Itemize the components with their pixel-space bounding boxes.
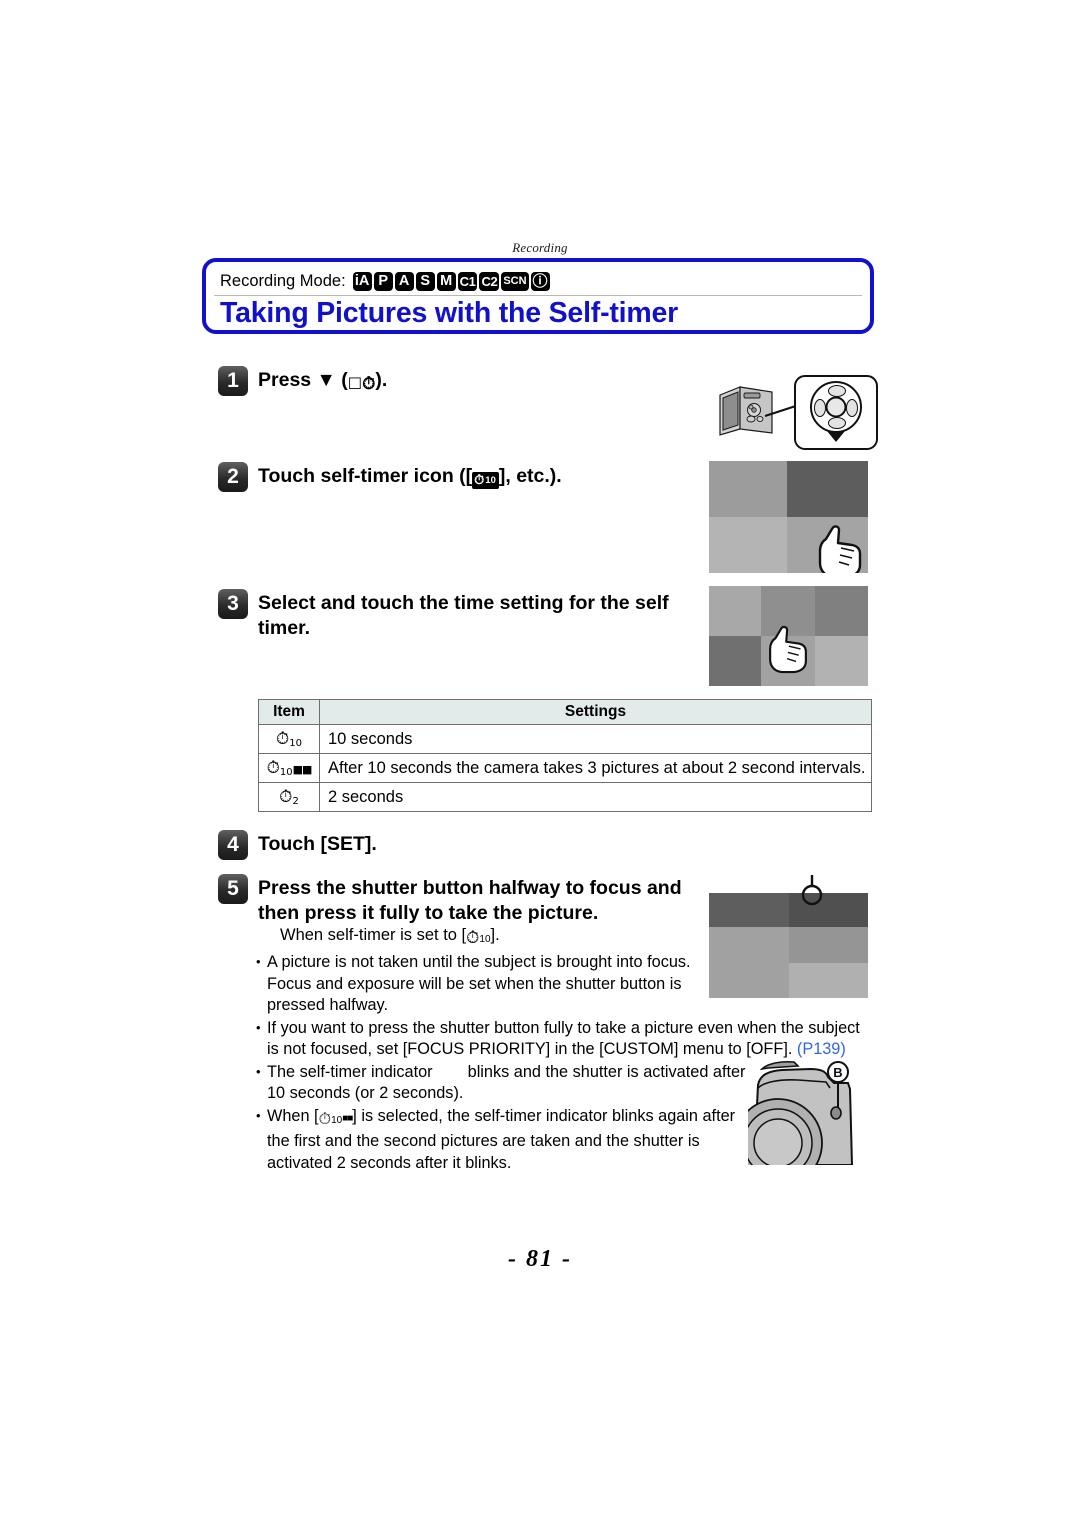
lcd-screenshot-step5 <box>709 893 868 998</box>
page-title: Taking Pictures with the Self-timer <box>220 296 679 329</box>
bullet-indicator-text-before: The self-timer indicator <box>267 1062 438 1081</box>
bullet-burst-sub: 10 <box>331 1114 343 1126</box>
lcd-cell <box>709 927 789 998</box>
table-cell-setting-2s: 2 seconds <box>319 782 872 812</box>
lcd-cell <box>709 636 761 686</box>
lcd-screenshot-step2 <box>709 461 868 573</box>
camera-front-illustration: B <box>748 1055 868 1165</box>
bullet-focus-text: A picture is not taken until the subject… <box>267 953 691 1014</box>
recording-mode-label: Recording Mode: <box>220 271 346 290</box>
lcd-screenshot-step3 <box>709 586 868 686</box>
bullet-burst-dots-icon: ■■ <box>342 1112 353 1124</box>
step-2-text-after: ], etc.). <box>498 465 562 487</box>
step-5-number: 5 <box>218 874 248 904</box>
lcd-cell <box>789 927 868 963</box>
self-timer-subnote: When self-timer is set to [⏱10]. <box>280 924 500 951</box>
dpad-up-icon <box>828 385 846 397</box>
subnote-before: When self-timer is set to [ <box>280 926 467 944</box>
timer-glyph-icon: ⏱ <box>474 473 485 488</box>
table-row: ⏱2 2 seconds <box>258 782 872 812</box>
dpad-right-icon <box>846 399 858 417</box>
page-number: - 81 - <box>508 1246 572 1272</box>
lcd-cell <box>815 586 868 636</box>
subnote-sub: 10 <box>479 934 491 945</box>
mode-icon-p: P <box>373 271 393 291</box>
dpad-left-icon <box>814 399 826 417</box>
table-cell-setting-10s: 10 seconds <box>319 724 872 754</box>
running-head: Recording <box>512 240 568 255</box>
down-arrow-icon <box>827 431 845 442</box>
table-cell-icon-10s: ⏱10 <box>258 724 320 754</box>
step-3-text: Select and touch the time setting for th… <box>258 592 669 639</box>
camera-back-illustration <box>719 386 773 436</box>
subnote-after: ]. <box>490 926 500 944</box>
table-icon-sub-2: 2 <box>292 796 299 807</box>
recording-mode-row: Recording Mode: iA P A S M C1 C2 SCN ⓘ <box>220 266 550 296</box>
step-5-text: Press the shutter button halfway to focu… <box>258 877 682 924</box>
self-timer-indicator-marker <box>801 875 823 906</box>
mode-icon-scn: SCN <box>501 271 529 291</box>
table-header-settings: Settings <box>319 699 872 725</box>
table-icon-sub-10: 10 <box>289 738 302 749</box>
step-4-text: Touch [SET]. <box>258 833 377 855</box>
mode-icon-ia: iA <box>352 271 372 291</box>
lcd-cell <box>709 586 761 636</box>
settings-table: Item Settings ⏱10 10 seconds ⏱10■■ After… <box>258 699 872 812</box>
bullet-burst-text-before: When [ <box>267 1106 319 1125</box>
table-cell-setting-burst: After 10 seconds the camera takes 3 pict… <box>319 753 872 783</box>
mode-icon-s: S <box>415 271 435 291</box>
table-header-row: Item Settings <box>258 699 872 725</box>
mode-icon-creative: ⓘ <box>530 271 550 291</box>
dpad-down-icon <box>828 417 846 429</box>
step-2-text: Touch self-timer icon ([⏱ 10], etc.). <box>258 464 688 489</box>
step-1-text-after: ). <box>375 369 388 391</box>
table-cell-icon-10s-burst: ⏱10■■ <box>258 753 320 783</box>
step-4-number: 4 <box>218 830 248 860</box>
bullet-burst-timer-icon: ⏱ <box>318 1108 332 1128</box>
manual-page: Recording Recording Mode: iA P A S M C1 … <box>0 0 1080 1526</box>
self-timer-icon: ⏱ <box>362 374 376 394</box>
table-icon-sub-10-burst: 10 <box>279 767 293 778</box>
touch-hand-icon <box>818 525 862 573</box>
cursor-button-dpad <box>810 381 862 433</box>
callout-label-b: B <box>833 1065 842 1080</box>
mode-icon-a: A <box>394 271 414 291</box>
dpad-center-icon <box>825 396 847 418</box>
lcd-cell <box>709 517 787 573</box>
cursor-button-illustration <box>718 375 878 450</box>
table-cell-icon-2s: ⏱2 <box>258 782 320 812</box>
mode-icon-c1: C1 <box>457 271 478 291</box>
camera-front-svg: B <box>748 1060 854 1165</box>
step-2-text-before: Touch self-timer icon ([ <box>258 465 473 487</box>
self-timer-10-badge: ⏱ 10 <box>472 472 499 489</box>
burst-icon: ☐ <box>347 374 363 393</box>
step-3-number: 3 <box>218 589 248 619</box>
subnote-timer-icon: ⏱ <box>466 928 480 948</box>
list-item: A picture is not taken until the subject… <box>256 951 737 1017</box>
lcd-cell <box>815 636 868 686</box>
title-box: Recording Mode: iA P A S M C1 C2 SCN ⓘ T… <box>202 258 874 334</box>
burst-dots-icon: ■■ <box>292 763 313 776</box>
table-header-item: Item <box>258 699 320 725</box>
mode-icon-c2: C2 <box>479 271 500 291</box>
timer-badge-seconds: 10 <box>485 475 496 486</box>
lcd-cell <box>789 963 868 998</box>
step-1-text-before: Press ▼ ( <box>258 369 348 391</box>
table-row: ⏱10■■ After 10 seconds the camera takes … <box>258 753 872 783</box>
lcd-cell <box>709 461 787 517</box>
list-item: When [⏱10■■] is selected, the self-timer… <box>256 1105 762 1175</box>
bullet-priority-text: If you want to press the shutter button … <box>267 1018 860 1059</box>
lcd-cell <box>709 893 789 927</box>
step-2-number: 2 <box>218 462 248 492</box>
callout-balloon <box>794 375 878 450</box>
table-row: ⏱10 10 seconds <box>258 724 872 754</box>
list-item: The self-timer indicator blinks and the … <box>256 1061 747 1105</box>
mode-icon-m: M <box>436 271 456 291</box>
step-1-number: 1 <box>218 366 248 396</box>
lcd-cell <box>787 461 868 517</box>
touch-hand-icon <box>769 625 807 674</box>
step-1-text: Press ▼ (☐⏱). <box>258 368 678 393</box>
